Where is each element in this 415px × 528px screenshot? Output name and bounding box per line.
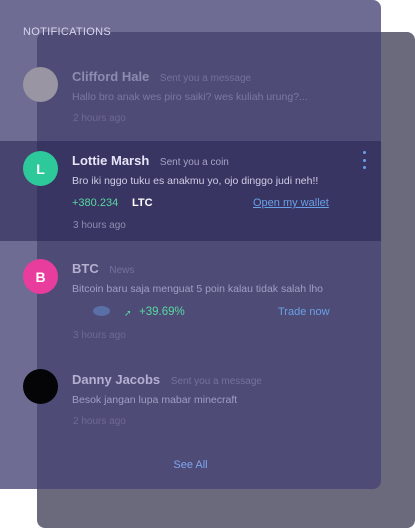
avatar [23, 67, 58, 102]
notification-action: Sent you a message [159, 73, 252, 84]
notification-message: Bitcoin baru saja menguat 5 poin kalau t… [72, 283, 323, 295]
sender-name: Lottie Marsh [72, 153, 150, 168]
notification-message: Hallo bro anak wes piro saiki? wes kulia… [72, 91, 308, 103]
notification-time: 2 hours ago [73, 416, 126, 427]
open-wallet-link[interactable]: Open my wallet [253, 197, 329, 209]
see-all-link[interactable]: See All [0, 459, 381, 471]
price-change: +39.69% [139, 306, 185, 318]
notification-time: 2 hours ago [73, 113, 126, 124]
coin-icon [93, 306, 110, 316]
notification-action: Sent you a coin [159, 157, 229, 168]
coin-amount: +380.234 [72, 197, 119, 209]
notifications-panel: NOTIFICATIONS Clifford Hale Sent you a m… [0, 0, 381, 489]
avatar-letter: B [35, 268, 46, 285]
notification-item-lottie-marsh[interactable]: L Lottie Marsh Sent you a coin Bro iki n… [0, 141, 381, 241]
avatar-letter: L [36, 160, 45, 177]
trend-up-icon: ➚ [124, 308, 132, 318]
notification-time: 3 hours ago [73, 330, 126, 341]
notification-time: 3 hours ago [73, 220, 126, 231]
notification-message: Besok jangan lupa mabar minecraft [72, 394, 238, 406]
more-options-icon[interactable] [361, 151, 367, 169]
notification-item-btc[interactable]: B BTC News Bitcoin baru saja menguat 5 p… [0, 250, 381, 350]
notification-item-clifford-hale[interactable]: Clifford Hale Sent you a message Hallo b… [0, 57, 381, 137]
avatar: L [23, 151, 58, 186]
sender-name: Clifford Hale [72, 69, 150, 84]
avatar: B [23, 259, 58, 294]
notification-action: Sent you a message [170, 376, 262, 387]
sender-name: BTC [72, 261, 99, 276]
avatar [23, 369, 58, 404]
trade-now-link[interactable]: Trade now [278, 306, 330, 318]
panel-title: NOTIFICATIONS [23, 26, 112, 38]
sender-name: Danny Jacobs [72, 372, 161, 387]
coin-ticker: LTC [132, 197, 153, 209]
notification-item-danny-jacobs[interactable]: Danny Jacobs Sent you a message Besok ja… [0, 360, 381, 440]
notification-action: News [109, 265, 135, 276]
notification-message: Bro iki nggo tuku es anakmu yo, ojo ding… [72, 175, 319, 187]
